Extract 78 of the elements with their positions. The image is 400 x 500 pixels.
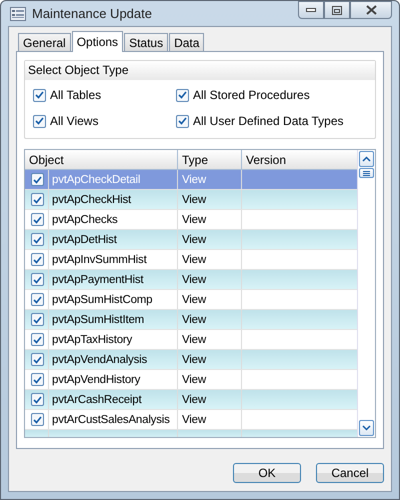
tab[interactable]: Data bbox=[169, 33, 204, 51]
checkbox[interactable] bbox=[33, 88, 46, 102]
tab[interactable]: General bbox=[18, 33, 71, 51]
column-header[interactable]: Object bbox=[25, 150, 178, 169]
window-title: Maintenance Update bbox=[32, 6, 153, 21]
table-cell: View bbox=[178, 410, 242, 429]
table-cell: pvtApSumHistComp bbox=[49, 290, 178, 309]
checkbox[interactable] bbox=[31, 293, 44, 306]
checkbox[interactable] bbox=[31, 173, 44, 186]
checkbox[interactable] bbox=[31, 333, 44, 346]
scrollbar[interactable] bbox=[357, 150, 375, 437]
table-row[interactable]: pvtApCheckHist View bbox=[25, 190, 357, 210]
scroll-down-button[interactable] bbox=[359, 420, 374, 436]
table-cell: View bbox=[178, 310, 242, 329]
table-row[interactable]: pvtArCashReceipt View bbox=[25, 390, 357, 410]
maximize-button[interactable] bbox=[324, 1, 350, 19]
table-cell: pvtArCashReceipt bbox=[49, 390, 178, 409]
checkbox[interactable] bbox=[31, 233, 44, 246]
checkbox[interactable] bbox=[31, 393, 44, 406]
checkbox[interactable] bbox=[31, 193, 44, 206]
close-button[interactable] bbox=[350, 1, 392, 19]
table-row[interactable]: pvtApVendAnalysis View bbox=[25, 350, 357, 370]
tab[interactable]: Options bbox=[72, 31, 124, 52]
table-cell: View bbox=[178, 350, 242, 369]
table-cell: View bbox=[178, 210, 242, 229]
close-icon bbox=[366, 5, 376, 15]
table-cell: pvtApDetHist bbox=[49, 230, 178, 249]
checkbox[interactable] bbox=[31, 353, 44, 366]
dialog-button[interactable]: OK bbox=[233, 463, 301, 483]
table-cell: View bbox=[178, 290, 242, 309]
checkbox[interactable] bbox=[31, 273, 44, 286]
chevron-up-icon bbox=[362, 156, 371, 162]
group-title: Select Object Type bbox=[25, 61, 375, 80]
checkbox-label: All Tables bbox=[50, 88, 102, 102]
table-cell: View bbox=[178, 390, 242, 409]
dialog-button[interactable]: Cancel bbox=[316, 463, 384, 483]
maximize-icon bbox=[332, 6, 342, 14]
grip-icon bbox=[363, 170, 370, 176]
scroll-thumb[interactable] bbox=[359, 168, 374, 178]
minimize-button[interactable] bbox=[298, 1, 324, 19]
chevron-down-icon bbox=[362, 425, 371, 431]
table-cell: pvtApCheckHist bbox=[49, 190, 178, 209]
table-cell: View bbox=[178, 170, 242, 189]
checkbox[interactable] bbox=[176, 88, 189, 102]
table-cell: View bbox=[178, 250, 242, 269]
table-row[interactable]: pvtApDetHist View bbox=[25, 230, 357, 250]
table-cell: View bbox=[178, 230, 242, 249]
table-cell: pvtApPaymentHist bbox=[49, 270, 178, 289]
minimize-icon bbox=[306, 8, 316, 12]
checkbox[interactable] bbox=[176, 114, 189, 128]
table-row[interactable]: pvtApPaymentHist View bbox=[25, 270, 357, 290]
checkbox[interactable] bbox=[33, 114, 46, 128]
table-cell: View bbox=[178, 270, 242, 289]
form-icon bbox=[10, 6, 26, 20]
column-header[interactable]: Version bbox=[242, 150, 357, 169]
checkbox-label: All Stored Procedures bbox=[193, 88, 310, 102]
table-cell: pvtApSumHistItem bbox=[49, 310, 178, 329]
checkbox-label: All Views bbox=[50, 114, 98, 128]
table-cell: pvtApChecks bbox=[49, 210, 178, 229]
table-cell: View bbox=[178, 330, 242, 349]
checkbox[interactable] bbox=[31, 373, 44, 386]
checkbox[interactable] bbox=[31, 213, 44, 226]
table-cell: pvtArCustSalesAnalysis bbox=[49, 410, 178, 429]
table-cell: View bbox=[178, 370, 242, 389]
column-header[interactable]: Type bbox=[178, 150, 242, 169]
table-cell: pvtApCheckDetail bbox=[49, 170, 178, 189]
table-cell: View bbox=[178, 190, 242, 209]
checkbox-label: All User Defined Data Types bbox=[193, 114, 344, 128]
scroll-up-button[interactable] bbox=[359, 151, 374, 167]
table-cell: pvtApVendHistory bbox=[49, 370, 178, 389]
table-cell: pvtApInvSummHist bbox=[49, 250, 178, 269]
checkbox[interactable] bbox=[31, 253, 44, 266]
tab[interactable]: Status bbox=[124, 33, 168, 51]
table-cell: pvtApTaxHistory bbox=[49, 330, 178, 349]
checkbox[interactable] bbox=[31, 413, 44, 426]
table-cell: pvtApVendAnalysis bbox=[49, 350, 178, 369]
table-row[interactable]: pvtApSumHistItem View bbox=[25, 310, 357, 330]
checkbox[interactable] bbox=[31, 313, 44, 326]
